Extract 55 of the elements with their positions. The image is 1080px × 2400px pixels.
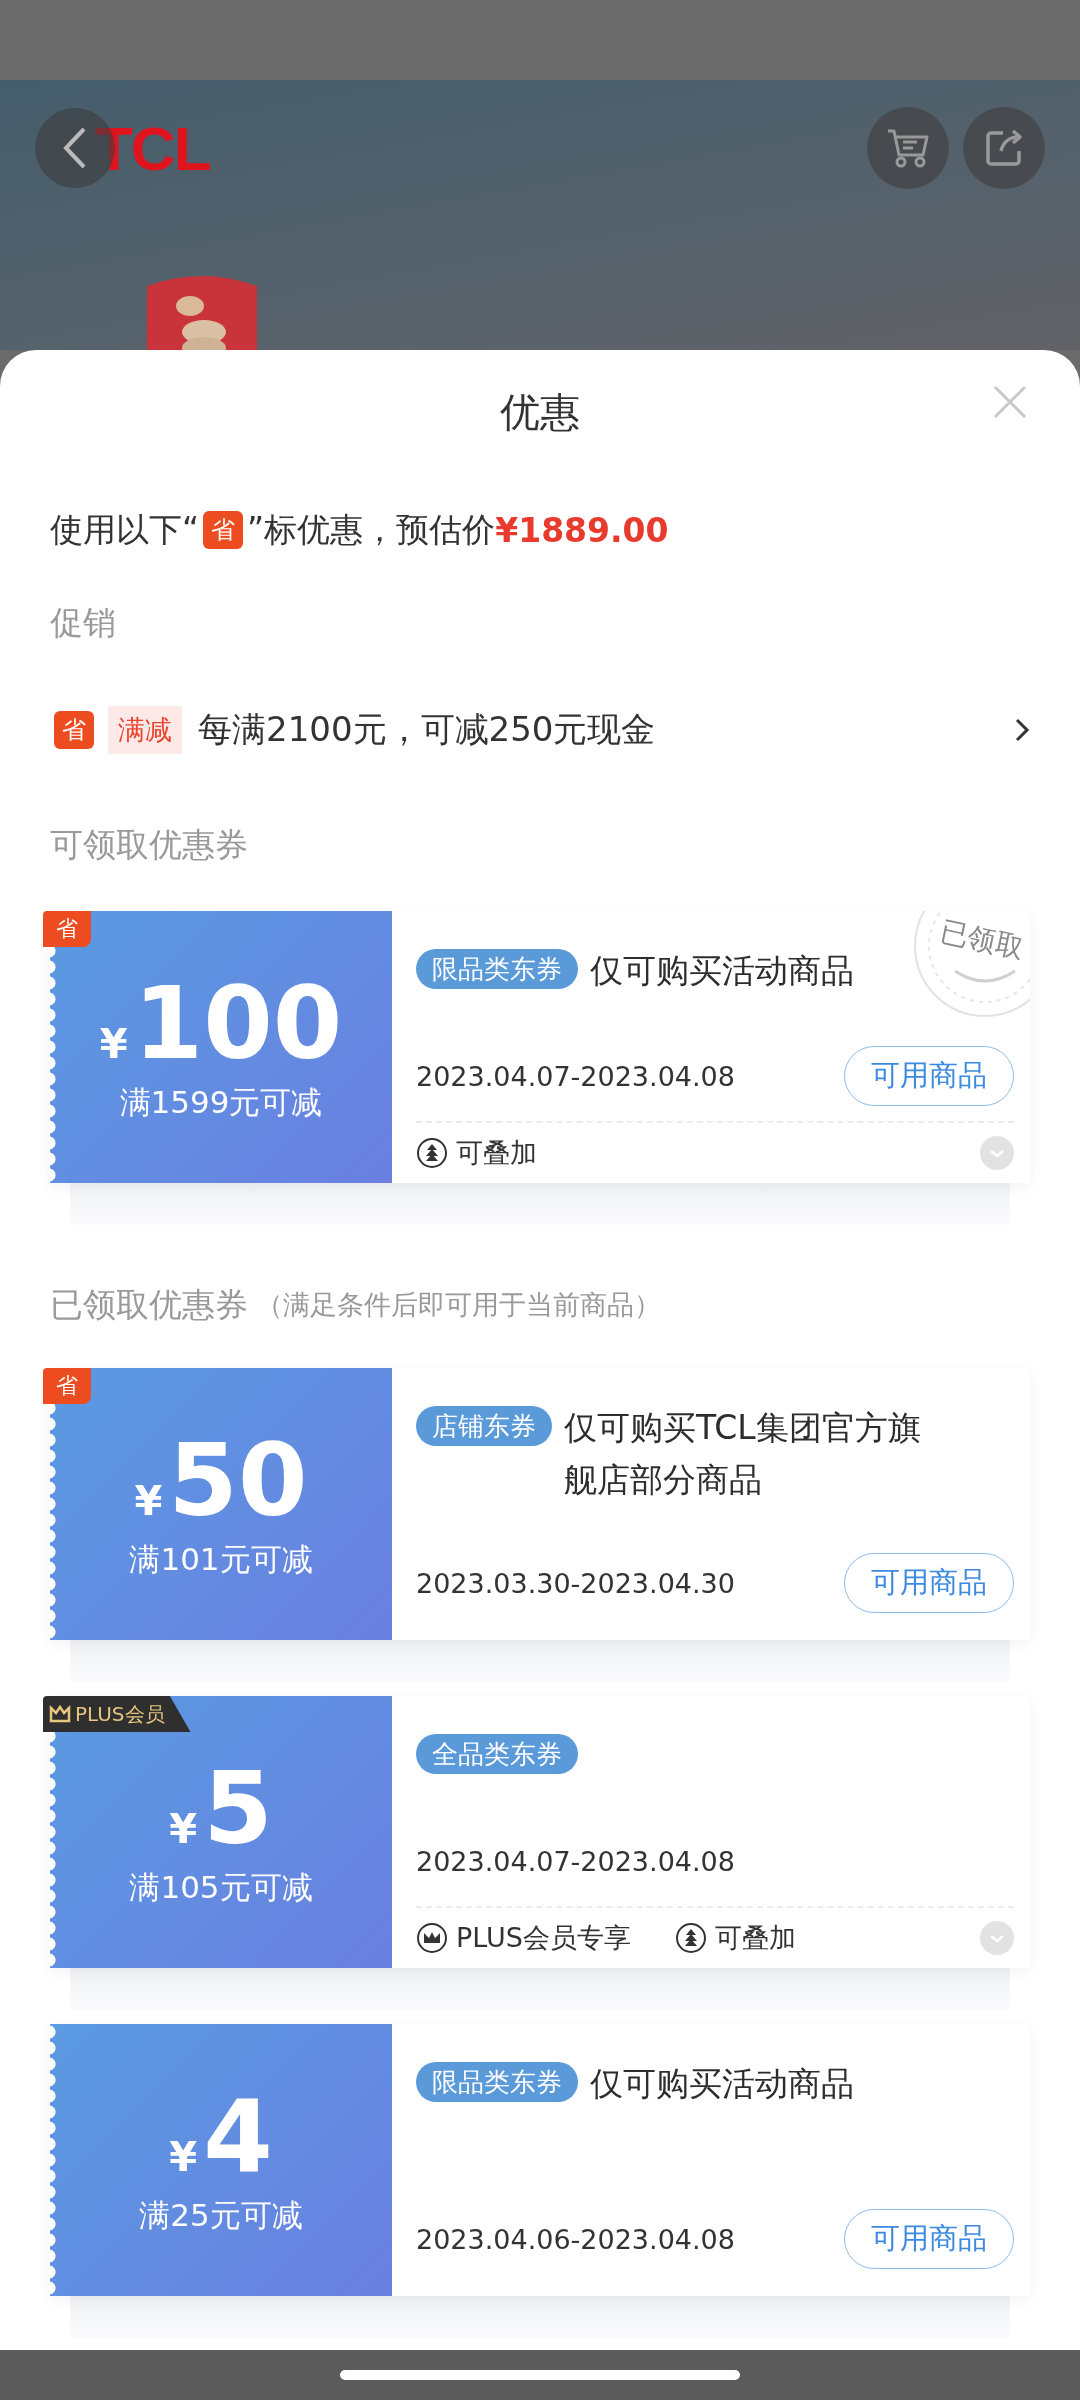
cart-icon [885, 127, 931, 169]
eligible-items-button[interactable]: 可用商品 [844, 2209, 1014, 2269]
currency-sign: ¥ [169, 2133, 198, 2180]
feature-label: 可叠加 [714, 1921, 796, 1955]
eligible-items-button[interactable]: 可用商品 [844, 1046, 1014, 1106]
validity-dates: 2023.03.30-2023.04.30 [416, 1567, 735, 1599]
crown-icon [416, 1922, 448, 1954]
sheet-title: 优惠 [500, 387, 580, 437]
coupon-amount: 4 [203, 2083, 273, 2189]
coupon-type-tag: 限品类东券 [416, 2062, 578, 2102]
coupon-condition: 满25元可减 [139, 2195, 303, 2235]
section-heading: 促销 [50, 601, 117, 644]
feature-label: PLUS会员专享 [456, 1921, 631, 1955]
estimate-text: 使用以下“ [50, 508, 200, 551]
member-label: PLUS会员 [75, 1700, 165, 1728]
coupon-type-tag: 店铺东券 [416, 1406, 552, 1446]
coupon-amount: 100 [133, 970, 343, 1076]
promo-tag: 满减 [108, 706, 182, 754]
chevron-icon [1014, 717, 1030, 743]
validity-dates: 2023.04.07-2023.04.08 [416, 1060, 735, 1092]
coupon-amount: 5 [203, 1755, 273, 1861]
stack-icon [674, 1922, 707, 1954]
back-icon [62, 126, 88, 170]
brand-logo: TCL [95, 112, 210, 184]
validity-dates: 2023.04.06-2023.04.08 [416, 2223, 735, 2255]
estimate-text: ”标优惠，预估价 [247, 508, 496, 551]
claimed-stamp-text: 已领取 [936, 913, 1028, 967]
save-badge: 省 [43, 1368, 91, 1404]
currency-sign: ¥ [134, 1477, 163, 1524]
coupon-description: 仅可购买活动商品 [590, 2063, 854, 2105]
coupon-condition: 满101元可减 [129, 1539, 313, 1579]
section-heading: 已领取优惠券 [50, 1283, 248, 1326]
save-badge: 省 [54, 711, 94, 749]
feature-label: 可叠加 [456, 1136, 537, 1170]
coupon-description: 仅可购买活动商品 [590, 950, 854, 992]
crown-icon [49, 1705, 71, 1723]
coupon-amount: 50 [168, 1427, 308, 1533]
coupon-type-tag: 全品类东券 [416, 1734, 578, 1774]
section-note: （满足条件后即可用于当前商品） [256, 1288, 661, 1322]
estimated-price: ¥1889.00 [495, 510, 669, 550]
currency-sign: ¥ [99, 1020, 128, 1067]
eligible-items-button[interactable]: 可用商品 [844, 1553, 1014, 1613]
coupon-condition: 满1599元可减 [119, 1082, 323, 1122]
promo-text[interactable]: 每满2100元，可减250元现金 [198, 707, 1014, 753]
coupon-type-tag: 限品类东券 [416, 949, 578, 989]
coupon-description: 仅可购买TCL集团官方旗舰店部分商品 [564, 1407, 922, 1501]
validity-dates: 2023.04.07-2023.04.08 [416, 1845, 735, 1877]
close-icon [992, 384, 1028, 420]
coupon-condition: 满105元可减 [129, 1867, 313, 1907]
stack-icon [416, 1137, 448, 1169]
save-badge: 省 [203, 511, 244, 549]
section-heading: 可领取优惠券 [50, 823, 249, 866]
share-icon [983, 127, 1025, 169]
save-badge: 省 [43, 911, 91, 947]
currency-sign: ¥ [169, 1805, 198, 1852]
